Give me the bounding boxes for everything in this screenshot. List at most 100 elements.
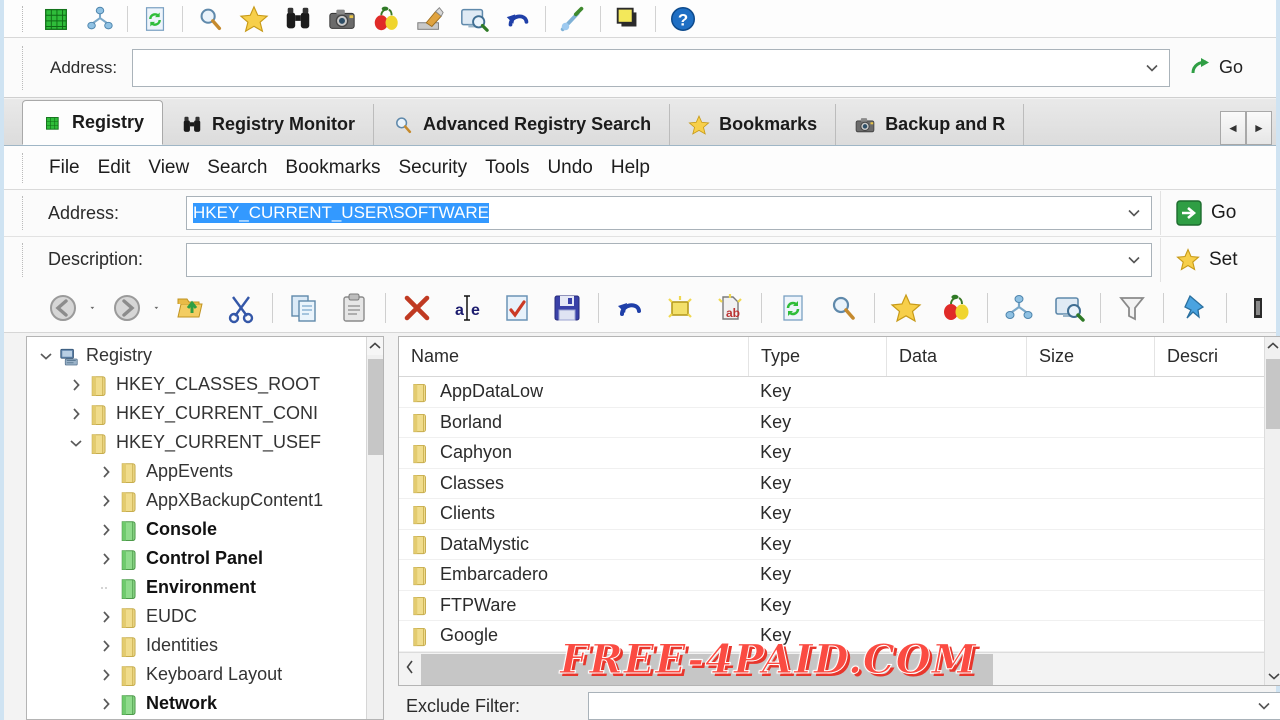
column-header-name[interactable]: Name bbox=[399, 337, 749, 376]
toolbar-button-network-nodes[interactable] bbox=[78, 2, 122, 36]
list-horizontal-scrollbar[interactable] bbox=[399, 652, 1264, 685]
chevron-right-icon[interactable] bbox=[95, 639, 117, 653]
table-row[interactable]: AppDataLow Key bbox=[399, 377, 1264, 408]
chevron-right-icon[interactable] bbox=[95, 523, 117, 537]
tree-scrollbar-thumb[interactable] bbox=[368, 359, 383, 455]
toolbar-button-cut-scissors[interactable] bbox=[216, 286, 266, 330]
chevron-up-icon[interactable] bbox=[1265, 337, 1280, 355]
menu-item-edit[interactable]: Edit bbox=[89, 154, 140, 182]
tree-node[interactable]: HKEY_CURRENT_CONI bbox=[27, 399, 366, 428]
list-vertical-scrollbar[interactable] bbox=[1264, 337, 1280, 685]
toolbar-grip[interactable] bbox=[22, 5, 26, 32]
inner-go-button[interactable]: Go bbox=[1160, 191, 1276, 235]
tree-node[interactable]: HKEY_CURRENT_USEF bbox=[27, 428, 366, 457]
tab-backup-and-r[interactable]: Backup and R bbox=[836, 104, 1025, 145]
registry-tree-panel[interactable]: Registry HKEY_CLASSES_ROOT HKEY_CURRENT_CO… bbox=[26, 336, 384, 720]
table-row[interactable]: Classes Key bbox=[399, 469, 1264, 499]
toolbar-button-forward[interactable] bbox=[102, 286, 152, 330]
tab-bookmarks[interactable]: Bookmarks bbox=[670, 104, 837, 145]
tree-node[interactable]: Control Panel bbox=[27, 544, 366, 573]
toolbar-button-save-disk[interactable] bbox=[542, 286, 592, 330]
tree-node[interactable]: Identities bbox=[27, 631, 366, 660]
outer-address-combo[interactable] bbox=[132, 48, 1170, 87]
tree-node[interactable]: Environment bbox=[27, 573, 366, 602]
toolbar-button-open-folder-up[interactable] bbox=[166, 286, 216, 330]
inner-description-combo[interactable] bbox=[186, 242, 1152, 277]
table-row[interactable]: DataMystic Key bbox=[399, 530, 1264, 560]
toolbar-button-forward-dropdown[interactable] bbox=[152, 286, 166, 330]
chevron-right-icon[interactable] bbox=[95, 552, 117, 566]
toolbar-button-back[interactable] bbox=[38, 286, 88, 330]
tree-node[interactable]: HKEY_CLASSES_ROOT bbox=[27, 370, 366, 399]
chevron-right-icon[interactable] bbox=[65, 378, 87, 392]
toolbar-button-undo-arrow[interactable] bbox=[605, 286, 655, 330]
list-scrollbar-thumb[interactable] bbox=[1266, 359, 1280, 429]
column-header-type[interactable]: Type bbox=[749, 337, 887, 376]
registry-values-panel[interactable]: Name Type Data Size Descri AppDataLow Key Borl… bbox=[398, 336, 1280, 686]
chevron-down-icon[interactable] bbox=[35, 351, 57, 361]
toolbar-button-help[interactable]: ? bbox=[661, 2, 705, 36]
chevron-left-icon[interactable] bbox=[399, 659, 421, 679]
chevron-right-icon[interactable] bbox=[95, 697, 117, 711]
toolbar-button-new-value[interactable]: ab bbox=[705, 286, 755, 330]
toolbar-button-star[interactable] bbox=[232, 2, 276, 36]
menu-item-tools[interactable]: Tools bbox=[476, 154, 538, 182]
table-row[interactable]: Caphyon Key bbox=[399, 438, 1264, 469]
toolbar-button-monitor-search[interactable] bbox=[452, 2, 496, 36]
tree-node[interactable]: Registry bbox=[27, 341, 366, 370]
column-header-size[interactable]: Size bbox=[1027, 337, 1155, 376]
column-header-descri[interactable]: Descri bbox=[1155, 337, 1266, 376]
tree-node[interactable]: Console bbox=[27, 515, 366, 544]
toolbar-button-clean-brush[interactable] bbox=[408, 2, 452, 36]
table-row[interactable]: Clients Key bbox=[399, 499, 1264, 530]
tree-node[interactable]: Keyboard Layout bbox=[27, 660, 366, 689]
menu-item-bookmarks[interactable]: Bookmarks bbox=[276, 154, 389, 182]
tree-node[interactable]: Network bbox=[27, 689, 366, 718]
tab-advanced-registry-search[interactable]: Advanced Registry Search bbox=[374, 104, 671, 145]
toolbar-button-delete-x[interactable] bbox=[392, 286, 442, 330]
toolbar-button-undo-arrow[interactable] bbox=[496, 2, 540, 36]
column-header-data[interactable]: Data bbox=[887, 337, 1027, 376]
table-row[interactable]: Google Key bbox=[399, 621, 1264, 652]
chevron-right-icon[interactable] bbox=[65, 407, 87, 421]
toolbar-button-network-nodes[interactable] bbox=[994, 286, 1044, 330]
outer-go-button[interactable]: Go bbox=[1180, 48, 1276, 88]
chevron-right-icon[interactable] bbox=[95, 610, 117, 624]
menu-item-undo[interactable]: Undo bbox=[538, 154, 601, 182]
inner-address-combo[interactable]: HKEY_CURRENT_USER\SOFTWARE bbox=[186, 196, 1152, 230]
menu-item-help[interactable]: Help bbox=[602, 154, 659, 182]
chevron-down-icon[interactable] bbox=[1265, 667, 1280, 685]
toolbar-button-magnifier[interactable] bbox=[188, 2, 232, 36]
outer-address-input[interactable] bbox=[133, 49, 1135, 86]
toolbar-button-fruits[interactable] bbox=[364, 2, 408, 36]
tree-node[interactable]: AppEvents bbox=[27, 457, 366, 486]
tab-registry-monitor[interactable]: Registry Monitor bbox=[163, 104, 375, 145]
chevron-down-icon[interactable] bbox=[1117, 197, 1151, 229]
tab-scroll-right-button[interactable]: ► bbox=[1246, 111, 1272, 145]
inner-address-value[interactable]: HKEY_CURRENT_USER\SOFTWARE bbox=[187, 203, 1117, 223]
toolbar-button-new-key[interactable] bbox=[655, 286, 705, 330]
toolbar-button-pin[interactable] bbox=[1170, 286, 1220, 330]
tree-node[interactable]: EUDC bbox=[27, 602, 366, 631]
toolbar-button-refresh-page[interactable] bbox=[133, 2, 177, 36]
chevron-down-icon[interactable] bbox=[1117, 244, 1151, 276]
toolbar-button-magnifier[interactable] bbox=[818, 286, 868, 330]
toolbar-button-back-dropdown[interactable] bbox=[88, 286, 102, 330]
table-row[interactable]: Embarcadero Key bbox=[399, 560, 1264, 591]
chevron-down-icon[interactable] bbox=[65, 438, 87, 448]
toolbar-button-camera[interactable] bbox=[320, 2, 364, 36]
toolbar-button-monitor-search[interactable] bbox=[1044, 286, 1094, 330]
toolbar-button-magic-wand[interactable] bbox=[551, 2, 595, 36]
exclude-filter-combo[interactable] bbox=[588, 692, 1280, 720]
table-row[interactable]: Borland Key bbox=[399, 408, 1264, 438]
chevron-right-icon[interactable] bbox=[95, 494, 117, 508]
toolbar-button-copy[interactable] bbox=[279, 286, 329, 330]
menu-bar-grip[interactable] bbox=[22, 152, 26, 183]
toolbar-button-binoculars[interactable] bbox=[276, 2, 320, 36]
list-hscrollbar-thumb[interactable] bbox=[421, 653, 993, 685]
list-rows[interactable]: AppDataLow Key Borland Key Caphyon Key Classes… bbox=[399, 377, 1264, 652]
tree-node[interactable]: AppXBackupContent1 bbox=[27, 486, 366, 515]
tab-scroll-left-button[interactable]: ◄ bbox=[1220, 111, 1246, 145]
registry-tree[interactable]: Registry HKEY_CLASSES_ROOT HKEY_CURRENT_CO… bbox=[27, 337, 366, 719]
toolbar-button-star[interactable] bbox=[881, 286, 931, 330]
